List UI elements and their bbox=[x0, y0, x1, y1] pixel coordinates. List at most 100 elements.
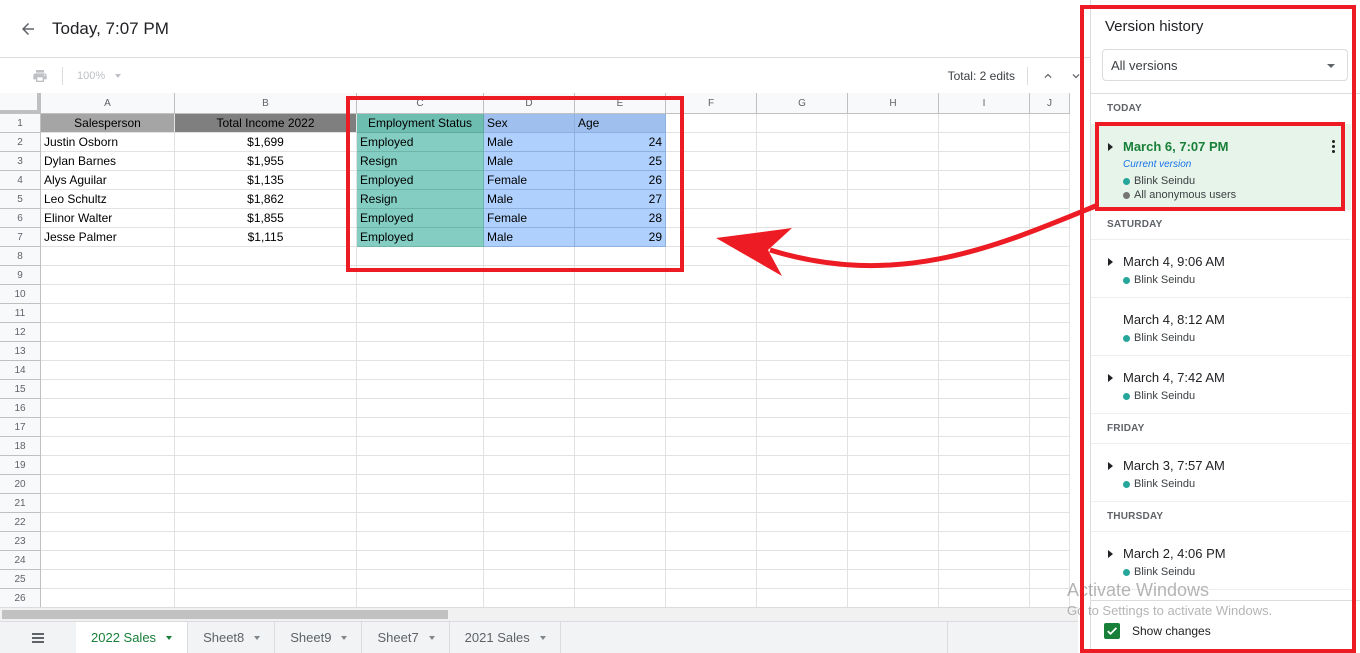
cell-f11[interactable] bbox=[666, 304, 757, 323]
cell-b13[interactable] bbox=[175, 342, 357, 361]
cell-j8[interactable] bbox=[1030, 247, 1070, 266]
cell-a14[interactable] bbox=[41, 361, 175, 380]
cell-i12[interactable] bbox=[939, 323, 1030, 342]
cell-j5[interactable] bbox=[1030, 190, 1070, 209]
cell-d12[interactable] bbox=[484, 323, 575, 342]
cell-f7[interactable] bbox=[666, 228, 757, 247]
column-header-j[interactable]: J bbox=[1030, 93, 1070, 114]
cell-j15[interactable] bbox=[1030, 380, 1070, 399]
cell-i21[interactable] bbox=[939, 494, 1030, 513]
cell-e25[interactable] bbox=[575, 570, 666, 589]
row-header-26[interactable]: 26 bbox=[0, 589, 40, 607]
cell-h19[interactable] bbox=[848, 456, 939, 475]
cell-f25[interactable] bbox=[666, 570, 757, 589]
cell-e18[interactable] bbox=[575, 437, 666, 456]
checkbox-checked-icon[interactable] bbox=[1104, 623, 1120, 639]
cell-a12[interactable] bbox=[41, 323, 175, 342]
cell-h20[interactable] bbox=[848, 475, 939, 494]
cell-f26[interactable] bbox=[666, 589, 757, 607]
cell-j4[interactable] bbox=[1030, 171, 1070, 190]
cell-c23[interactable] bbox=[357, 532, 484, 551]
cell-i11[interactable] bbox=[939, 304, 1030, 323]
cell-g26[interactable] bbox=[757, 589, 848, 607]
cell-d8[interactable] bbox=[484, 247, 575, 266]
next-edit-button[interactable] bbox=[1062, 62, 1090, 90]
row-header-23[interactable]: 23 bbox=[0, 532, 40, 551]
cell-h17[interactable] bbox=[848, 418, 939, 437]
cell-c19[interactable] bbox=[357, 456, 484, 475]
cell-b26[interactable] bbox=[175, 589, 357, 607]
cell-g15[interactable] bbox=[757, 380, 848, 399]
cell-c3[interactable]: Resign bbox=[357, 152, 484, 171]
cell-b16[interactable] bbox=[175, 399, 357, 418]
cell-i13[interactable] bbox=[939, 342, 1030, 361]
cell-i5[interactable] bbox=[939, 190, 1030, 209]
cell-c7[interactable]: Employed bbox=[357, 228, 484, 247]
cell-i15[interactable] bbox=[939, 380, 1030, 399]
cell-d15[interactable] bbox=[484, 380, 575, 399]
row-header-21[interactable]: 21 bbox=[0, 494, 40, 513]
column-header-f[interactable]: F bbox=[666, 93, 757, 114]
cell-a4[interactable]: Alys Aguilar bbox=[41, 171, 175, 190]
cell-a26[interactable] bbox=[41, 589, 175, 607]
cell-h12[interactable] bbox=[848, 323, 939, 342]
row-header-15[interactable]: 15 bbox=[0, 380, 40, 399]
cell-i17[interactable] bbox=[939, 418, 1030, 437]
row-header-14[interactable]: 14 bbox=[0, 361, 40, 380]
cell-f15[interactable] bbox=[666, 380, 757, 399]
cell-c5[interactable]: Resign bbox=[357, 190, 484, 209]
cell-h10[interactable] bbox=[848, 285, 939, 304]
cell-j21[interactable] bbox=[1030, 494, 1070, 513]
cell-e7[interactable]: 29 bbox=[575, 228, 666, 247]
cell-b7[interactable]: $1,115 bbox=[175, 228, 357, 247]
cell-e12[interactable] bbox=[575, 323, 666, 342]
cell-b12[interactable] bbox=[175, 323, 357, 342]
cell-e15[interactable] bbox=[575, 380, 666, 399]
cell-e20[interactable] bbox=[575, 475, 666, 494]
caret-down-icon[interactable] bbox=[341, 635, 348, 640]
previous-edit-button[interactable] bbox=[1034, 62, 1062, 90]
cell-f5[interactable] bbox=[666, 190, 757, 209]
cell-f6[interactable] bbox=[666, 209, 757, 228]
cell-g14[interactable] bbox=[757, 361, 848, 380]
more-options-icon[interactable] bbox=[1323, 136, 1343, 156]
cell-b17[interactable] bbox=[175, 418, 357, 437]
cell-f9[interactable] bbox=[666, 266, 757, 285]
row-header-16[interactable]: 16 bbox=[0, 399, 40, 418]
cell-a21[interactable] bbox=[41, 494, 175, 513]
cell-g10[interactable] bbox=[757, 285, 848, 304]
column-header-a[interactable]: A bbox=[41, 93, 175, 114]
cell-h13[interactable] bbox=[848, 342, 939, 361]
cell-b4[interactable]: $1,135 bbox=[175, 171, 357, 190]
caret-down-icon[interactable] bbox=[166, 635, 173, 640]
cell-h22[interactable] bbox=[848, 513, 939, 532]
cell-a6[interactable]: Elinor Walter bbox=[41, 209, 175, 228]
cell-j3[interactable] bbox=[1030, 152, 1070, 171]
cell-f21[interactable] bbox=[666, 494, 757, 513]
cell-j9[interactable] bbox=[1030, 266, 1070, 285]
cell-g4[interactable] bbox=[757, 171, 848, 190]
cell-b22[interactable] bbox=[175, 513, 357, 532]
cell-a22[interactable] bbox=[41, 513, 175, 532]
cell-g13[interactable] bbox=[757, 342, 848, 361]
cell-c13[interactable] bbox=[357, 342, 484, 361]
cell-h7[interactable] bbox=[848, 228, 939, 247]
cell-g19[interactable] bbox=[757, 456, 848, 475]
cell-b18[interactable] bbox=[175, 437, 357, 456]
cell-d23[interactable] bbox=[484, 532, 575, 551]
cell-i8[interactable] bbox=[939, 247, 1030, 266]
cell-c9[interactable] bbox=[357, 266, 484, 285]
cell-f19[interactable] bbox=[666, 456, 757, 475]
version-item[interactable]: March 4, 9:06 AM Blink Seindu bbox=[1091, 240, 1351, 298]
cell-c18[interactable] bbox=[357, 437, 484, 456]
cell-h4[interactable] bbox=[848, 171, 939, 190]
cell-e23[interactable] bbox=[575, 532, 666, 551]
cell-i7[interactable] bbox=[939, 228, 1030, 247]
cell-f23[interactable] bbox=[666, 532, 757, 551]
row-header-9[interactable]: 9 bbox=[0, 266, 40, 285]
cell-g9[interactable] bbox=[757, 266, 848, 285]
sheet-tab-sheet8[interactable]: Sheet8 bbox=[188, 622, 276, 653]
cell-d1[interactable]: Sex bbox=[484, 114, 575, 133]
cell-j17[interactable] bbox=[1030, 418, 1070, 437]
cell-e6[interactable]: 28 bbox=[575, 209, 666, 228]
